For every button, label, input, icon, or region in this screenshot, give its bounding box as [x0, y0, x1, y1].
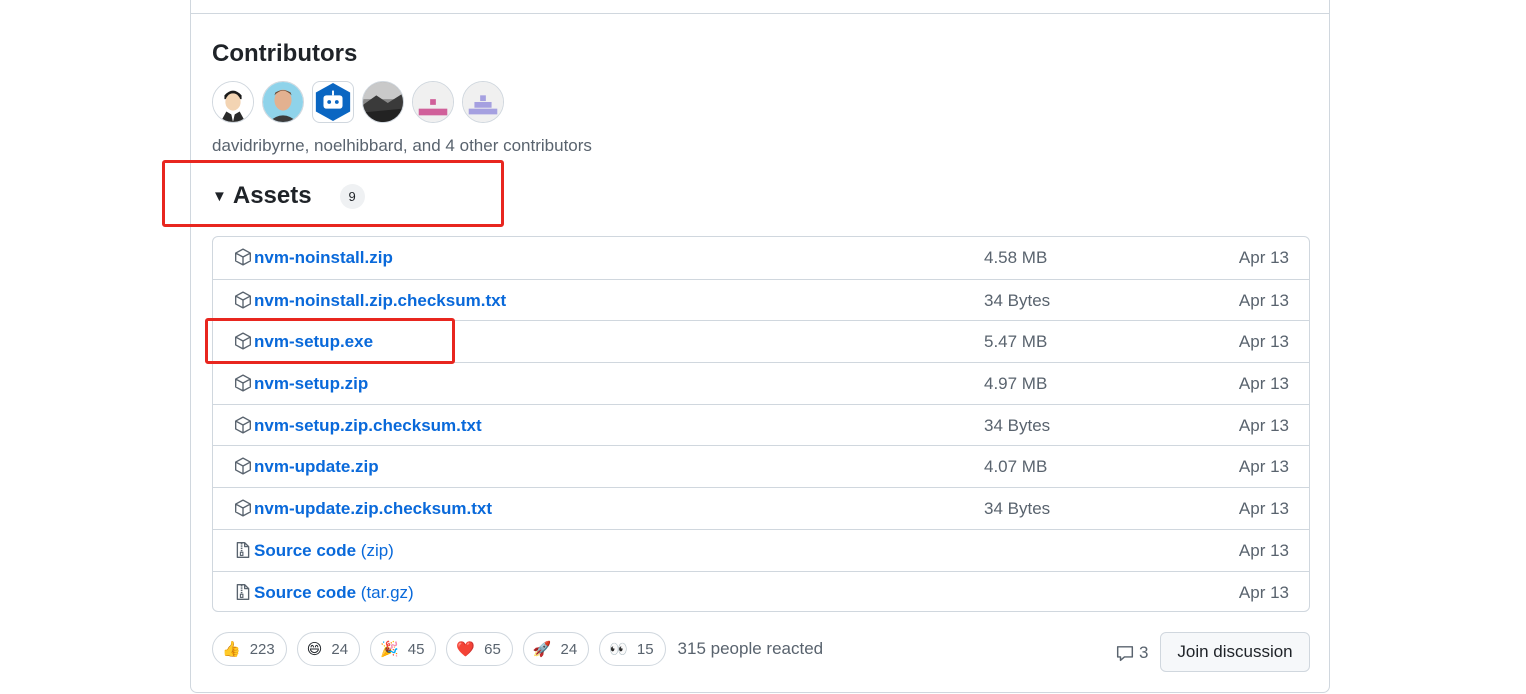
asset-size: 34 Bytes	[984, 290, 1051, 310]
file-zip-icon	[234, 583, 252, 601]
asset-date: Apr 13	[1238, 540, 1289, 560]
asset-date: Apr 13	[1238, 499, 1289, 519]
reactions-summary: 315 people reacted	[677, 639, 824, 658]
file-zip-icon	[234, 541, 252, 559]
reaction-count: 24	[331, 640, 349, 658]
asset-link[interactable]: Source code (zip)	[254, 541, 394, 561]
package-icon	[234, 457, 252, 475]
asset-size: 4.07 MB	[984, 457, 1048, 477]
asset-link[interactable]: nvm-update.zip.checksum.txt	[254, 499, 492, 519]
asset-date: Apr 13	[1238, 290, 1289, 310]
reaction-count: 15	[636, 640, 654, 658]
contributors-heading: Contributors	[212, 40, 358, 67]
laugh-icon: 😄	[306, 641, 323, 658]
reaction-count: 24	[560, 640, 578, 658]
asset-size: 34 Bytes	[984, 415, 1051, 435]
asset-row: Source code (tar.gz) Apr 13	[213, 570, 1309, 612]
avatar-cartoon-man[interactable]	[212, 81, 254, 123]
thumbs-up-icon: 👍	[222, 641, 241, 658]
asset-link[interactable]: nvm-setup.zip.checksum.txt	[254, 416, 482, 436]
join-discussion-button[interactable]: Join discussion	[1160, 632, 1310, 672]
reaction-rocket-button[interactable]: 🚀 24	[522, 632, 590, 666]
asset-size: 4.97 MB	[984, 374, 1048, 394]
comment-icon	[1116, 646, 1134, 662]
reaction-count: 223	[249, 640, 275, 658]
assets-heading: Assets	[232, 182, 312, 209]
reaction-thumbs-up-button[interactable]: 👍 223	[212, 632, 287, 666]
reaction-eyes-button[interactable]: 👀 15	[599, 632, 666, 666]
avatar-man-photo[interactable]	[262, 81, 304, 123]
avatar-bot[interactable]	[312, 81, 354, 123]
triangle-down-icon: ▼	[212, 187, 227, 205]
asset-size: 34 Bytes	[984, 499, 1051, 519]
asset-row: Source code (zip) Apr 13	[213, 528, 1309, 571]
comments-link[interactable]: 3	[1116, 643, 1148, 663]
avatar-identicon-purple[interactable]	[462, 81, 504, 123]
heart-icon: ❤️	[456, 641, 476, 658]
asset-row: nvm-setup.zip.checksum.txt 34 Bytes Apr 13	[213, 403, 1309, 446]
reaction-count: 45	[407, 640, 425, 658]
eyes-icon: 👀	[609, 641, 628, 658]
asset-date: Apr 13	[1238, 415, 1289, 435]
package-icon	[234, 291, 252, 309]
contributors-avatars	[212, 81, 504, 123]
avatar-identicon-pink[interactable]	[412, 81, 454, 123]
avatar-landscape[interactable]	[362, 81, 404, 123]
asset-row: nvm-noinstall.zip.checksum.txt 34 Bytes Ap…	[213, 278, 1309, 321]
asset-link[interactable]: nvm-noinstall.zip.checksum.txt	[254, 291, 506, 311]
asset-link[interactable]: nvm-setup.exe	[254, 332, 373, 352]
asset-size: 5.47 MB	[984, 332, 1048, 352]
asset-date: Apr 13	[1238, 457, 1289, 477]
asset-date: Apr 13	[1238, 332, 1289, 352]
package-icon	[234, 416, 252, 434]
release-card: Contributors davidribyrne, noelhibbard, …	[190, 0, 1330, 693]
asset-row: nvm-setup.exe 5.47 MB Apr 13	[213, 320, 1309, 362]
assets-list: nvm-noinstall.zip 4.58 MB Apr 13 nvm-noinst…	[212, 236, 1310, 612]
asset-date: Apr 13	[1238, 248, 1289, 267]
package-icon	[234, 499, 252, 517]
assets-toggle[interactable]: ▼ Assets 9	[212, 182, 365, 210]
asset-link[interactable]: nvm-noinstall.zip	[254, 248, 393, 268]
hooray-icon: 🎉	[380, 641, 399, 658]
assets-count-badge: 9	[339, 183, 365, 209]
reaction-heart-button[interactable]: ❤️ 65	[446, 632, 513, 666]
reaction-hooray-button[interactable]: 🎉 45	[370, 632, 437, 666]
reaction-laugh-button[interactable]: 😄 24	[296, 632, 361, 666]
asset-size: 4.58 MB	[984, 248, 1048, 267]
package-icon	[234, 332, 252, 350]
asset-row: nvm-update.zip 4.07 MB Apr 13	[213, 445, 1309, 487]
reaction-count: 65	[484, 640, 501, 658]
asset-date: Apr 13	[1238, 582, 1289, 602]
asset-row: nvm-update.zip.checksum.txt 34 Bytes Apr 1…	[213, 487, 1309, 529]
asset-row: nvm-noinstall.zip 4.58 MB Apr 13	[213, 237, 1309, 279]
asset-link[interactable]: nvm-setup.zip	[254, 374, 368, 394]
asset-row: nvm-setup.zip 4.97 MB Apr 13	[213, 362, 1309, 404]
asset-link[interactable]: nvm-update.zip	[254, 457, 379, 477]
package-icon	[234, 248, 252, 266]
asset-link[interactable]: Source code (tar.gz)	[254, 583, 414, 603]
package-icon	[234, 374, 252, 392]
reactions-bar: 👍 223 😄 24 🎉 45 ❤️ 65 🚀 24 👀 15 315 people reacted	[212, 632, 823, 666]
divider	[191, 13, 1329, 14]
rocket-icon: 🚀	[532, 641, 552, 658]
contributors-summary: davidribyrne, noelhibbard, and 4 other c…	[212, 136, 592, 155]
asset-date: Apr 13	[1238, 374, 1289, 394]
comment-count: 3	[1139, 643, 1149, 662]
